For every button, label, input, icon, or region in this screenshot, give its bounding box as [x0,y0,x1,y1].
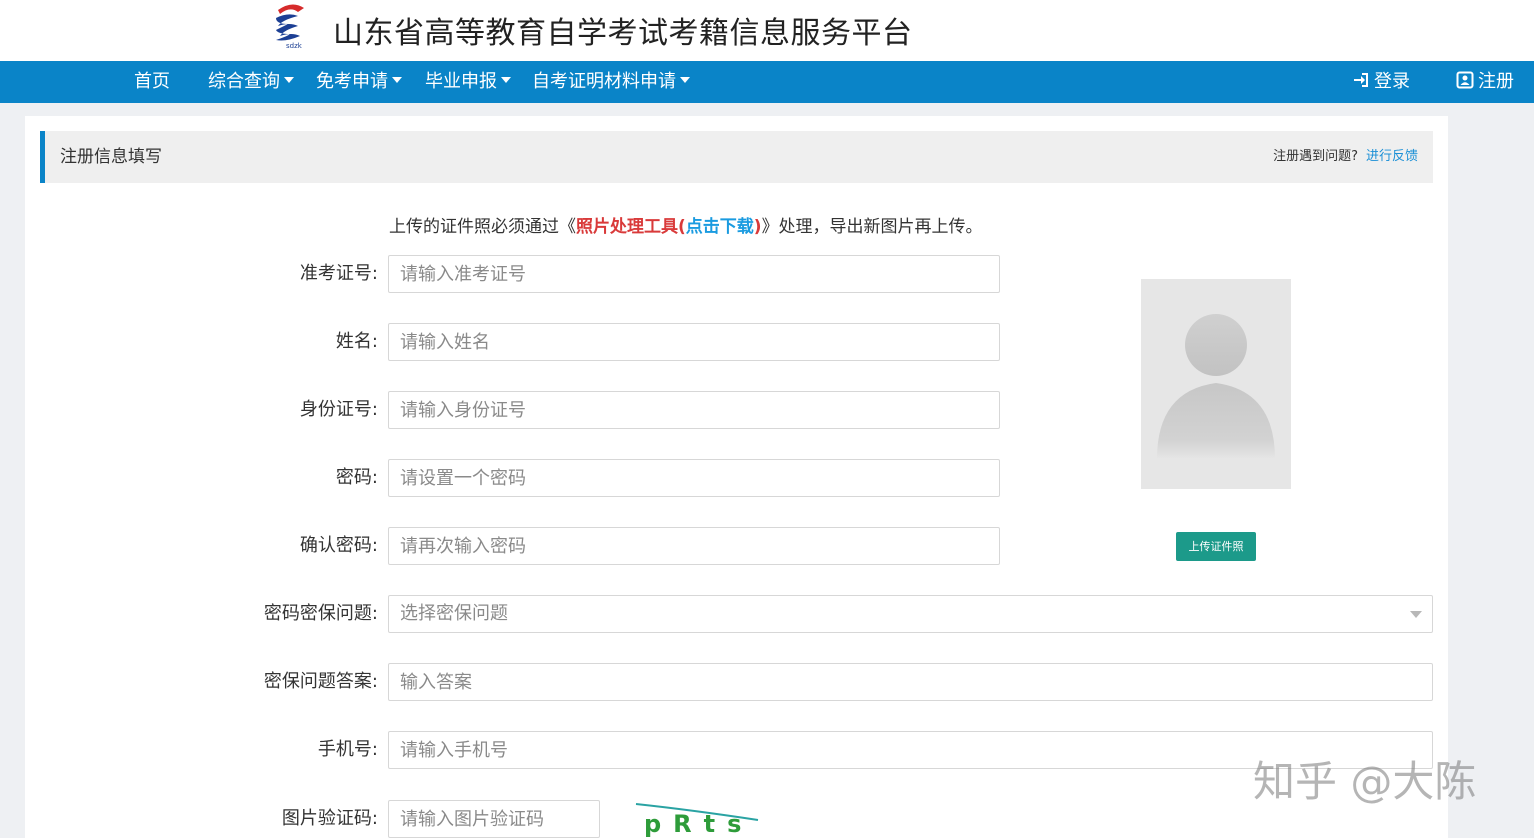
caret-down-icon [392,77,402,83]
security-question-label: 密码密保问题: [263,603,378,624]
password-input[interactable] [388,459,1000,497]
id-card-label: 身份证号: [299,399,378,420]
exam-id-input[interactable] [388,255,1000,293]
user-silhouette-icon [1157,314,1275,459]
main-navbar: 首页 综合查询 免考申请 毕业申报 自考证明材料申请 登录 注册 [0,61,1534,103]
id-photo-placeholder [1141,279,1291,489]
help-text: 注册遇到问题? [1273,149,1358,164]
site-title: 山东省高等教育自学考试考籍信息服务平台 [333,16,913,51]
caret-down-icon [284,77,294,83]
captcha-input[interactable] [388,800,600,838]
password-label: 密码: [335,467,378,488]
name-label: 姓名: [335,331,378,352]
sdzk-logo-icon: sdzk [276,4,304,50]
confirm-password-label: 确认密码: [299,535,378,556]
user-card-icon [1456,71,1474,89]
security-question-select[interactable]: 选择密保问题 [388,595,1433,633]
nav-exemption-label: 免考申请 [316,71,388,92]
nav-certificate[interactable]: 自考证明材料申请 [532,61,690,103]
caret-down-icon [680,77,690,83]
upload-photo-button[interactable]: 上传证件照 [1176,532,1256,561]
feedback-link[interactable]: 进行反馈 [1366,149,1418,164]
id-card-input[interactable] [388,391,1000,429]
top-header: sdzk 山东省高等教育自学考试考籍信息服务平台 [0,0,1534,61]
captcha-text: pRts [644,810,753,838]
security-answer-label: 密保问题答案: [263,671,378,692]
nav-graduation[interactable]: 毕业申报 [425,61,511,103]
phone-label: 手机号: [317,739,378,760]
exam-id-label: 准考证号: [299,263,378,284]
notice-prefix: 上传的证件照必须通过《 [389,217,576,237]
nav-home-label: 首页 [134,71,170,92]
notice-suffix: 》处理，导出新图片再上传。 [761,217,983,237]
captcha-image[interactable]: pRts [632,796,760,838]
security-answer-input[interactable] [388,663,1433,701]
nav-general-query[interactable]: 综合查询 [208,61,294,103]
sign-in-icon [1354,73,1368,87]
login-link[interactable]: 登录 [1352,61,1410,103]
section-title: 注册信息填写 [60,147,162,167]
download-tool-link[interactable]: 点击下载 [686,217,754,237]
nav-exemption[interactable]: 免考申请 [316,61,402,103]
zhihu-watermark: 知乎 @大陈 [1253,757,1477,806]
nav-home[interactable]: 首页 [134,61,170,103]
nav-general-query-label: 综合查询 [208,71,280,92]
chevron-down-icon [1410,611,1422,618]
captcha-label: 图片验证码: [281,808,378,829]
confirm-password-input[interactable] [388,527,1000,565]
register-label: 注册 [1478,71,1514,92]
nav-certificate-label: 自考证明材料申请 [532,71,676,92]
photo-notice: 上传的证件照必须通过《照片处理工具(点击下载)》处理，导出新图片再上传。 [389,212,983,237]
caret-down-icon [501,77,511,83]
notice-tool-name: 照片处理工具( [576,217,686,237]
register-link[interactable]: 注册 [1456,61,1514,103]
notice-tool-close: ) [753,217,762,237]
name-input[interactable] [388,323,1000,361]
security-question-placeholder: 选择密保问题 [400,603,508,624]
section-header: 注册信息填写 注册遇到问题? 进行反馈 [40,131,1433,183]
nav-graduation-label: 毕业申报 [425,71,497,92]
login-label: 登录 [1374,71,1410,92]
logo-text: sdzk [286,42,303,50]
help-area: 注册遇到问题? 进行反馈 [1273,131,1418,183]
